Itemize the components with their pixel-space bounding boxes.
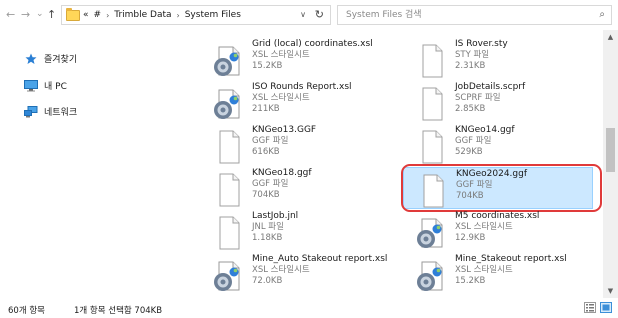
file-list: Grid (local) coordinates.xsl XSL 스타일시트 1… <box>200 30 602 298</box>
file-size: 704KB <box>252 190 280 200</box>
vertical-scrollbar[interactable]: ▲ ▼ <box>603 30 618 298</box>
tiles-view-icon[interactable] <box>600 302 612 313</box>
file-name: LastJob.jnl <box>252 211 299 221</box>
up-button[interactable]: ↑ <box>47 9 56 21</box>
scroll-down-icon[interactable]: ▼ <box>603 284 618 298</box>
breadcrumb-separator[interactable]: › <box>106 11 109 20</box>
nav-label-network: 네트워크 <box>44 108 78 118</box>
breadcrumb-overflow[interactable]: « <box>83 10 89 20</box>
address-dropdown-icon[interactable]: ∨ <box>300 10 306 19</box>
breadcrumb-root[interactable]: # <box>94 10 102 20</box>
xsl-stylesheet-icon <box>214 261 240 291</box>
file-name: Mine_Stakeout report.xsl <box>455 254 567 264</box>
address-toolbar: ← → ⌄ ↑ « # › Trimble Data › System File… <box>0 0 618 30</box>
xsl-stylesheet-icon <box>214 89 240 119</box>
folder-icon <box>66 7 80 21</box>
file-size: 616KB <box>252 147 280 157</box>
file-tile[interactable]: KNGeo13.GGF GGF 파일 616KB <box>200 124 390 166</box>
nav-label-this-pc: 내 PC <box>44 82 67 92</box>
breadcrumb-system-files[interactable]: System Files <box>185 10 241 20</box>
file-name: KNGeo2024.ggf <box>456 169 528 179</box>
back-button[interactable]: ← <box>6 9 15 21</box>
file-type: GGF 파일 <box>456 180 493 190</box>
file-name: KNGeo13.GGF <box>252 125 317 135</box>
file-tile[interactable]: LastJob.jnl JNL 파일 1.18KB <box>200 210 390 252</box>
file-name: Mine_Auto Stakeout report.xsl <box>252 254 388 264</box>
file-size: 1.18KB <box>252 233 283 243</box>
file-name: ISO Rounds Report.xsl <box>252 82 352 92</box>
nav-item-this-pc[interactable]: 내 PC <box>24 79 67 92</box>
star-icon <box>24 53 38 65</box>
scrollbar-thumb[interactable] <box>606 128 615 172</box>
file-tile-selected[interactable]: KNGeo2024.ggf GGF 파일 704KB <box>403 167 593 209</box>
network-icon <box>24 105 38 118</box>
nav-label-quick-access: 즐겨찾기 <box>44 55 78 65</box>
search-icon[interactable]: ⌕ <box>599 9 605 20</box>
generic-file-icon <box>422 130 443 164</box>
file-name: KNGeo14.ggf <box>455 125 515 135</box>
file-size: 15.2KB <box>455 276 486 286</box>
file-size: 12.9KB <box>455 233 486 243</box>
file-name: JobDetails.scprf <box>455 82 526 92</box>
item-count: 60개 항목 <box>8 306 45 316</box>
file-type: STY 파일 <box>455 50 490 60</box>
generic-file-icon <box>422 87 443 121</box>
file-size: 529KB <box>455 147 483 157</box>
generic-file-icon <box>423 174 444 208</box>
file-tile[interactable]: IS Rover.sty STY 파일 2.31KB <box>403 38 593 80</box>
file-name: KNGeo18.ggf <box>252 168 312 178</box>
breadcrumb-trimble-data[interactable]: Trimble Data <box>114 10 171 20</box>
generic-file-icon <box>219 173 240 207</box>
recent-locations-button[interactable]: ⌄ <box>36 8 44 20</box>
file-size: 2.85KB <box>455 104 486 114</box>
scroll-up-icon[interactable]: ▲ <box>603 30 618 44</box>
file-type: SCPRF 파일 <box>455 93 501 103</box>
file-size: 15.2KB <box>252 61 283 71</box>
file-type: GGF 파일 <box>252 179 289 189</box>
file-type: XSL 스타일시트 <box>252 93 310 103</box>
breadcrumb-separator[interactable]: › <box>177 11 180 20</box>
file-size: 211KB <box>252 104 280 114</box>
file-type: GGF 파일 <box>252 136 289 146</box>
file-tile[interactable]: KNGeo18.ggf GGF 파일 704KB <box>200 167 390 209</box>
file-size: 72.0KB <box>252 276 283 286</box>
xsl-stylesheet-icon <box>417 261 443 291</box>
monitor-icon <box>24 79 38 92</box>
file-type: XSL 스타일시트 <box>252 50 310 60</box>
nav-item-network[interactable]: 네트워크 <box>24 105 77 118</box>
generic-file-icon <box>219 216 240 250</box>
status-bar: 60개 항목 1개 항목 선택함 704KB <box>0 298 618 318</box>
search-box[interactable]: ⌕ <box>337 5 612 25</box>
file-tile[interactable]: Grid (local) coordinates.xsl XSL 스타일시트 1… <box>200 38 390 80</box>
xsl-stylesheet-icon <box>214 46 240 76</box>
file-name: Grid (local) coordinates.xsl <box>252 39 373 49</box>
file-tile[interactable]: ISO Rounds Report.xsl XSL 스타일시트 211KB <box>200 81 390 123</box>
file-tile[interactable]: JobDetails.scprf SCPRF 파일 2.85KB <box>403 81 593 123</box>
generic-file-icon <box>422 44 443 78</box>
file-type: XSL 스타일시트 <box>455 265 513 275</box>
navigation-pane: 즐겨찾기 내 PC 네트워크 <box>0 30 200 298</box>
search-input[interactable] <box>346 6 586 24</box>
refresh-icon[interactable]: ↻ <box>315 8 324 21</box>
file-size: 704KB <box>456 191 484 201</box>
file-tile[interactable]: Mine_Auto Stakeout report.xsl XSL 스타일시트 … <box>200 253 390 295</box>
file-size: 2.31KB <box>455 61 486 71</box>
forward-button[interactable]: → <box>21 9 30 21</box>
generic-file-icon <box>219 130 240 164</box>
file-tile[interactable]: M5 coordinates.xsl XSL 스타일시트 12.9KB <box>403 210 593 252</box>
file-name: IS Rover.sty <box>455 39 508 49</box>
xsl-stylesheet-icon <box>417 218 443 248</box>
file-tile[interactable]: KNGeo14.ggf GGF 파일 529KB <box>403 124 593 166</box>
selection-info: 1개 항목 선택함 704KB <box>74 306 163 316</box>
file-type: XSL 스타일시트 <box>252 265 310 275</box>
nav-item-quick-access[interactable]: 즐겨찾기 <box>24 52 77 65</box>
details-view-icon[interactable] <box>584 302 596 313</box>
file-type: JNL 파일 <box>252 222 284 232</box>
file-type: GGF 파일 <box>455 136 492 146</box>
file-name: M5 coordinates.xsl <box>455 211 540 221</box>
file-type: XSL 스타일시트 <box>455 222 513 232</box>
file-tile[interactable]: Mine_Stakeout report.xsl XSL 스타일시트 15.2K… <box>403 253 593 295</box>
address-bar[interactable]: « # › Trimble Data › System Files ∨ ↻ <box>61 5 331 25</box>
